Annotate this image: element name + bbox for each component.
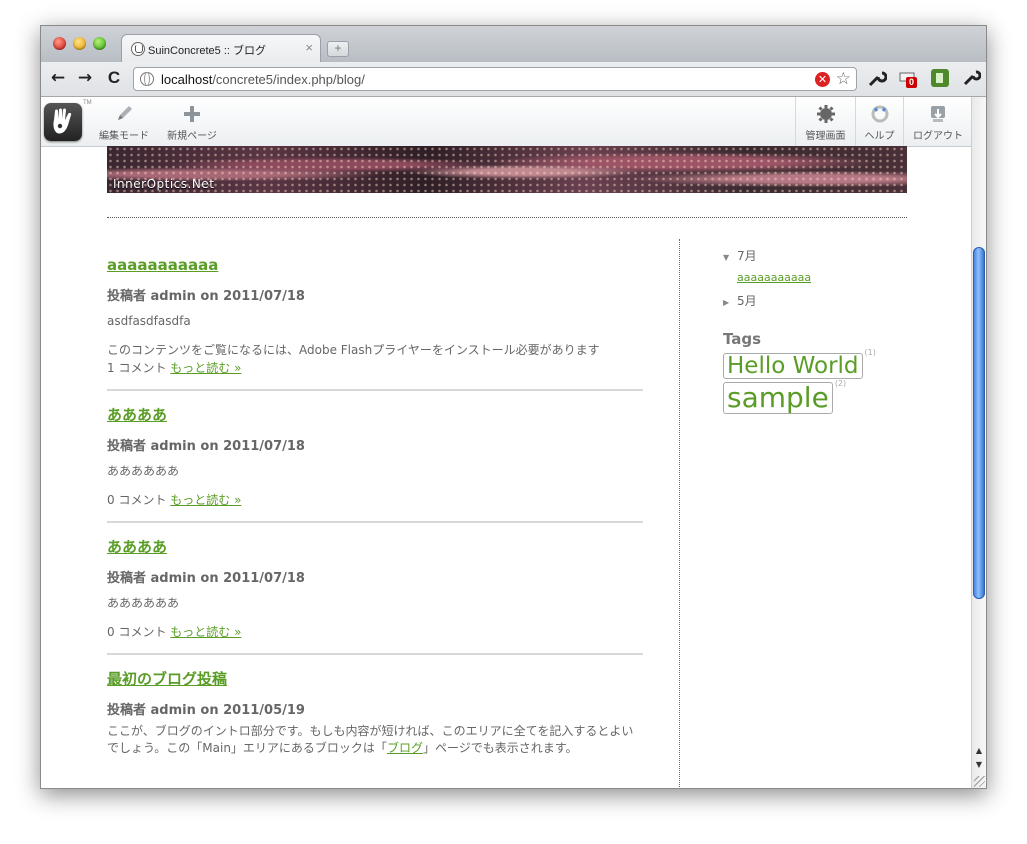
blog-post-list: aaaaaaaaaaa 投稿者 admin on 2011/07/18 asdf… — [107, 247, 643, 783]
help-lifebuoy-icon — [871, 105, 889, 123]
trademark-label: TM — [83, 100, 92, 106]
tags-heading: Tags — [723, 330, 762, 348]
forward-button[interactable]: → — [75, 68, 95, 88]
new-tab-button[interactable]: + — [327, 41, 349, 57]
post-title-link[interactable]: ああああ — [107, 405, 643, 425]
tag-cloud: Hello World(1) sample (2) — [723, 348, 943, 414]
tab-active[interactable]: SuinConcrete5 :: ブログ × — [121, 34, 321, 63]
help-label: ヘルプ — [864, 131, 895, 142]
logout-icon — [929, 105, 947, 123]
post-footer: 0 コメント もっと読む » — [107, 492, 643, 509]
post-flash-notice: このコンテンツをご覧になるには、Adobe Flashプライヤーをインストール必… — [107, 343, 600, 357]
close-window-button[interactable] — [53, 37, 66, 50]
tag-count: (1) — [864, 348, 876, 357]
scrollbar-thumb[interactable] — [973, 247, 985, 599]
comment-count: 1 コメント — [107, 361, 167, 375]
tab-title: SuinConcrete5 :: ブログ — [148, 45, 266, 57]
post-meta: 投稿者 admin on 2011/05/19 — [107, 703, 305, 718]
post-body: ああああああ — [107, 464, 180, 478]
gear-icon — [816, 105, 835, 123]
concrete5-toolbar: TM 編集モード 新規ページ 管理画面 ヘルプ ログアウト — [41, 97, 972, 147]
logout-label: ログアウト — [913, 131, 963, 142]
page-viewport: TM 編集モード 新規ページ 管理画面 ヘルプ ログアウト InnerOptic… — [41, 97, 972, 788]
tag-sample[interactable]: sample — [723, 382, 833, 414]
post-body: ここが、ブログのイントロ部分です。もしも内容が短ければ、このエリアに全てを記入す… — [107, 724, 634, 755]
wrench-key-extension-icon[interactable] — [867, 68, 888, 88]
sidebar-divider — [679, 239, 680, 788]
new-page-label: 新規ページ — [167, 131, 217, 142]
collapsed-triangle-icon: ▶ — [723, 298, 730, 307]
extension-badge-icon[interactable]: 0 — [898, 68, 918, 88]
concrete5-logo-icon[interactable] — [44, 103, 82, 141]
read-more-link[interactable]: もっと読む » — [170, 625, 241, 639]
browser-toolbar: ← → C localhost/concrete5/index.php/blog… — [41, 62, 986, 97]
header-image: InnerOptics.Net — [107, 146, 907, 193]
comment-count: 0 コメント — [107, 625, 167, 639]
post-title-link[interactable]: 最初のブログ投稿 — [107, 669, 643, 689]
vertical-scrollbar[interactable]: ▲ ▼ — [971, 97, 986, 788]
archive-month-expanded[interactable]: ▼ 7月 — [723, 247, 943, 267]
pencil-icon — [115, 105, 133, 123]
edit-mode-button[interactable]: 編集モード — [95, 97, 153, 146]
post-title-link[interactable]: ああああ — [107, 537, 643, 557]
help-button[interactable]: ヘルプ — [855, 97, 903, 146]
post-footer: 1 コメント もっと読む » — [107, 360, 643, 377]
globe-icon — [140, 72, 154, 86]
bookmark-star-icon[interactable]: ☆ — [836, 69, 851, 89]
blog-post: aaaaaaaaaaa 投稿者 admin on 2011/07/18 asdf… — [107, 255, 643, 391]
scroll-down-arrow-icon[interactable]: ▼ — [972, 758, 986, 772]
post-footer: 0 コメント もっと読む » — [107, 624, 643, 641]
url-text: localhost/concrete5/index.php/blog/ — [161, 72, 365, 87]
expanded-triangle-icon: ▼ — [723, 253, 730, 262]
stop-icon[interactable]: ✕ — [815, 72, 830, 87]
address-bar[interactable]: localhost/concrete5/index.php/blog/ ✕ ☆ — [133, 67, 857, 91]
concrete5-favicon-icon — [131, 42, 145, 56]
post-meta: 投稿者 admin on 2011/07/18 — [107, 439, 305, 454]
evernote-extension-icon[interactable] — [930, 68, 950, 88]
wrench-icon[interactable] — [961, 68, 982, 88]
dashboard-button[interactable]: 管理画面 — [795, 97, 855, 146]
resize-grip-icon[interactable] — [974, 776, 985, 787]
browser-window: SuinConcrete5 :: ブログ × + ← → C localhost… — [40, 25, 987, 789]
edit-mode-label: 編集モード — [99, 131, 149, 142]
post-meta: 投稿者 admin on 2011/07/18 — [107, 289, 305, 304]
tag-hello-world[interactable]: Hello World — [723, 353, 863, 380]
tag-count: (2) — [834, 379, 847, 389]
header-divider — [107, 217, 907, 218]
header-caption: InnerOptics.Net — [113, 177, 215, 191]
archive-month-collapsed[interactable]: ▶ 5月 — [723, 292, 943, 312]
post-meta: 投稿者 admin on 2011/07/18 — [107, 571, 305, 586]
scroll-up-arrow-icon[interactable]: ▲ — [972, 744, 986, 758]
back-button[interactable]: ← — [48, 68, 68, 88]
comment-count: 0 コメント — [107, 493, 167, 507]
minimize-window-button[interactable] — [73, 37, 86, 50]
dashboard-label: 管理画面 — [805, 131, 846, 142]
read-more-link[interactable]: もっと読む » — [170, 493, 241, 507]
reload-button[interactable]: C — [104, 68, 124, 88]
blog-post: ああああ 投稿者 admin on 2011/07/18 ああああああ 0 コメ… — [107, 405, 643, 523]
archive-post-link[interactable]: aaaaaaaaaaa — [737, 271, 943, 284]
logout-button[interactable]: ログアウト — [903, 97, 972, 146]
post-body: ああああああ — [107, 596, 180, 610]
extension-badge: 0 — [906, 77, 918, 88]
blog-post: ああああ 投稿者 admin on 2011/07/18 ああああああ 0 コメ… — [107, 537, 643, 655]
blog-page-link[interactable]: ブログ — [387, 741, 423, 755]
post-body: asdfasdfasdfa — [107, 314, 191, 328]
plus-icon — [183, 105, 201, 123]
zoom-window-button[interactable] — [93, 37, 106, 50]
tab-close-icon[interactable]: × — [305, 40, 313, 55]
sidebar: ▼ 7月 aaaaaaaaaaa ▶ 5月 Tags Hello World(1) … — [723, 247, 943, 414]
tab-strip: SuinConcrete5 :: ブログ × + — [41, 26, 986, 63]
post-title-link[interactable]: aaaaaaaaaaa — [107, 255, 643, 275]
read-more-link[interactable]: もっと読む » — [170, 361, 241, 375]
new-page-button[interactable]: 新規ページ — [165, 97, 219, 146]
blog-post: 最初のブログ投稿 投稿者 admin on 2011/05/19 ここが、ブログ… — [107, 669, 643, 769]
